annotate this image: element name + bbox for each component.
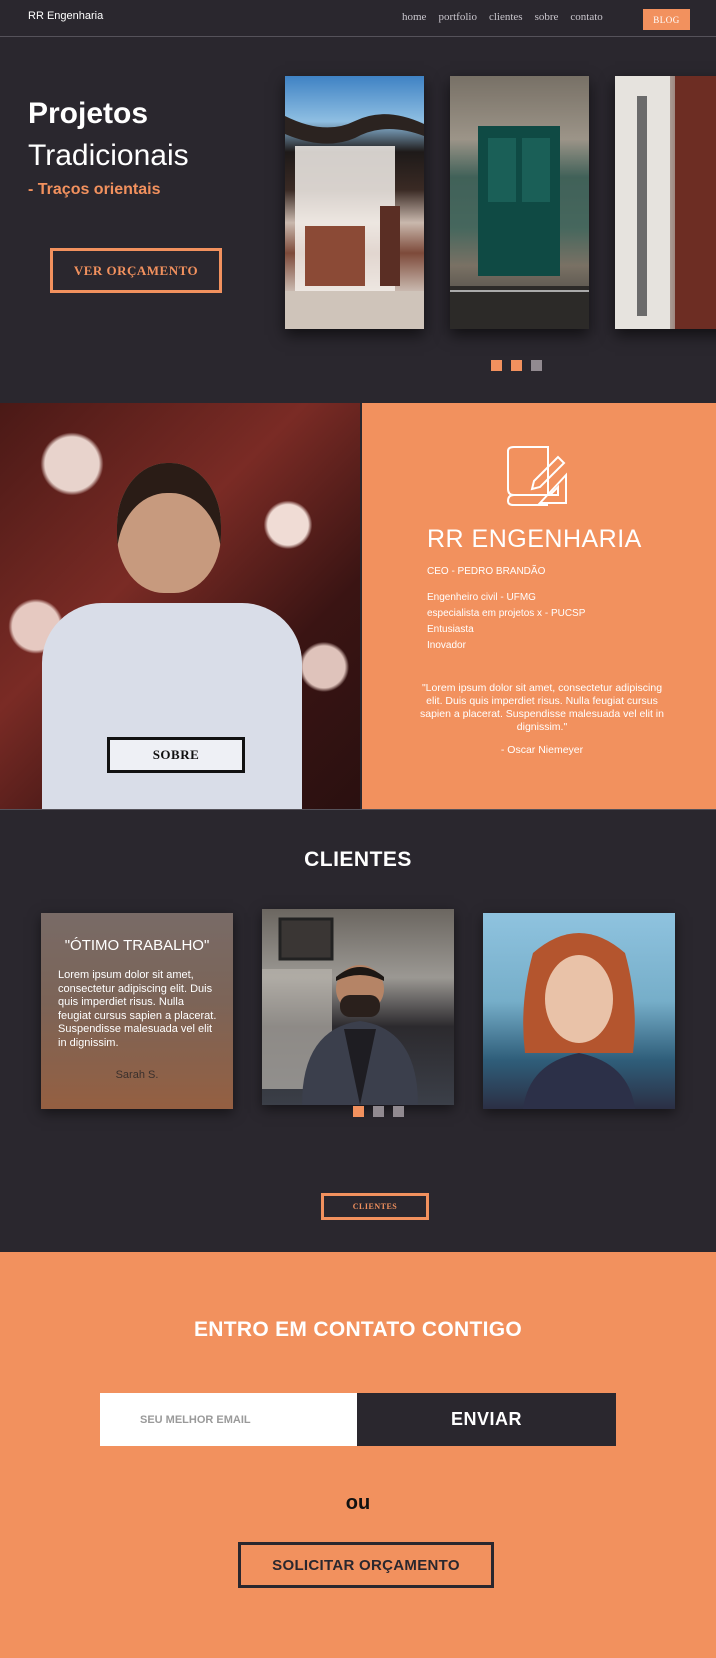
credential-item: Entusiasta [427,624,474,635]
clientes-button[interactable]: CLIENTES [321,1193,429,1220]
hero-subtitle: - Traços orientais [28,181,161,198]
hero-dot-2[interactable] [511,360,522,371]
hero-dot-3[interactable] [531,360,542,371]
clients-dot-3[interactable] [393,1106,404,1117]
clients-dot-2[interactable] [373,1106,384,1117]
nav-sobre-link[interactable]: sobre [535,11,559,23]
clients-section: CLIENTES "ÓTIMO TRABALHO" Lorem ipsum do… [0,809,716,1252]
contact-title: ENTRO EM CONTATO CONTIGO [193,1318,523,1341]
clients-carousel-dots [353,1106,404,1117]
client-testimonial-card[interactable]: "ÓTIMO TRABALHO" Lorem ipsum dolor sit a… [41,913,233,1109]
sobre-button[interactable]: SOBRE [107,737,245,773]
nav-portfolio-link[interactable]: portfolio [438,11,477,23]
ver-orcamento-button[interactable]: VER ORÇAMENTO [50,248,222,293]
testimonial-text: Lorem ipsum dolor sit amet, consectetur … [58,969,217,1049]
hero-dot-1[interactable] [491,360,502,371]
clients-dot-1[interactable] [353,1106,364,1117]
about-card: RR ENGENHARIA CEO - PEDRO BRANDÃO Engenh… [362,403,716,809]
nav-contato-link[interactable]: contato [570,11,602,23]
nav-clientes-link[interactable]: clientes [489,11,523,23]
top-navbar: RR Engenharia home portfolio clientes so… [0,0,716,37]
client-card-2[interactable] [262,909,454,1105]
main-menu: home portfolio clientes sobre contato [402,11,603,23]
ceo-credentials: Engenheiro civil - UFMG especialista em … [427,590,585,654]
nav-home-link[interactable]: home [402,11,426,23]
credential-item: Inovador [427,640,466,651]
contact-section: ENTRO EM CONTATO CONTIGO ENVIAR ou SOLIC… [0,1252,716,1658]
company-name: RR ENGENHARIA [427,525,642,553]
brand-logo[interactable]: RR Engenharia [28,10,103,22]
credential-item: especialista em projetos x - PUCSP [427,608,586,619]
portfolio-slide-green-door[interactable] [450,76,589,329]
or-separator: ou [345,1492,371,1514]
client-card-3[interactable] [483,913,675,1109]
solicitar-orcamento-button[interactable]: SOLICITAR ORÇAMENTO [238,1542,494,1588]
hero-section: Projetos Tradicionais - Traços orientais… [0,37,716,403]
hero-title-line1: Projetos [28,97,149,130]
send-button[interactable]: ENVIAR [357,1393,616,1446]
testimonial-title: "ÓTIMO TRABALHO" [64,937,210,954]
hero-title-line2: Tradicionais [28,139,189,172]
hero-carousel-dots [491,360,542,371]
blog-button[interactable]: BLOG [643,9,690,30]
ceo-name: CEO - PEDRO BRANDÃO [427,566,546,577]
portfolio-slide-facade[interactable] [615,76,716,329]
email-input[interactable] [100,1393,357,1446]
credential-item: Engenheiro civil - UFMG [427,592,536,603]
testimonial-author: Sarah S. [115,1069,159,1081]
about-quote: "Lorem ipsum dolor sit amet, consectetur… [420,682,664,733]
blueprint-icon [504,445,570,512]
quote-author: - Oscar Niemeyer [500,744,584,756]
clients-title: CLIENTES [304,848,412,871]
portfolio-slide-pagoda[interactable] [285,76,424,329]
